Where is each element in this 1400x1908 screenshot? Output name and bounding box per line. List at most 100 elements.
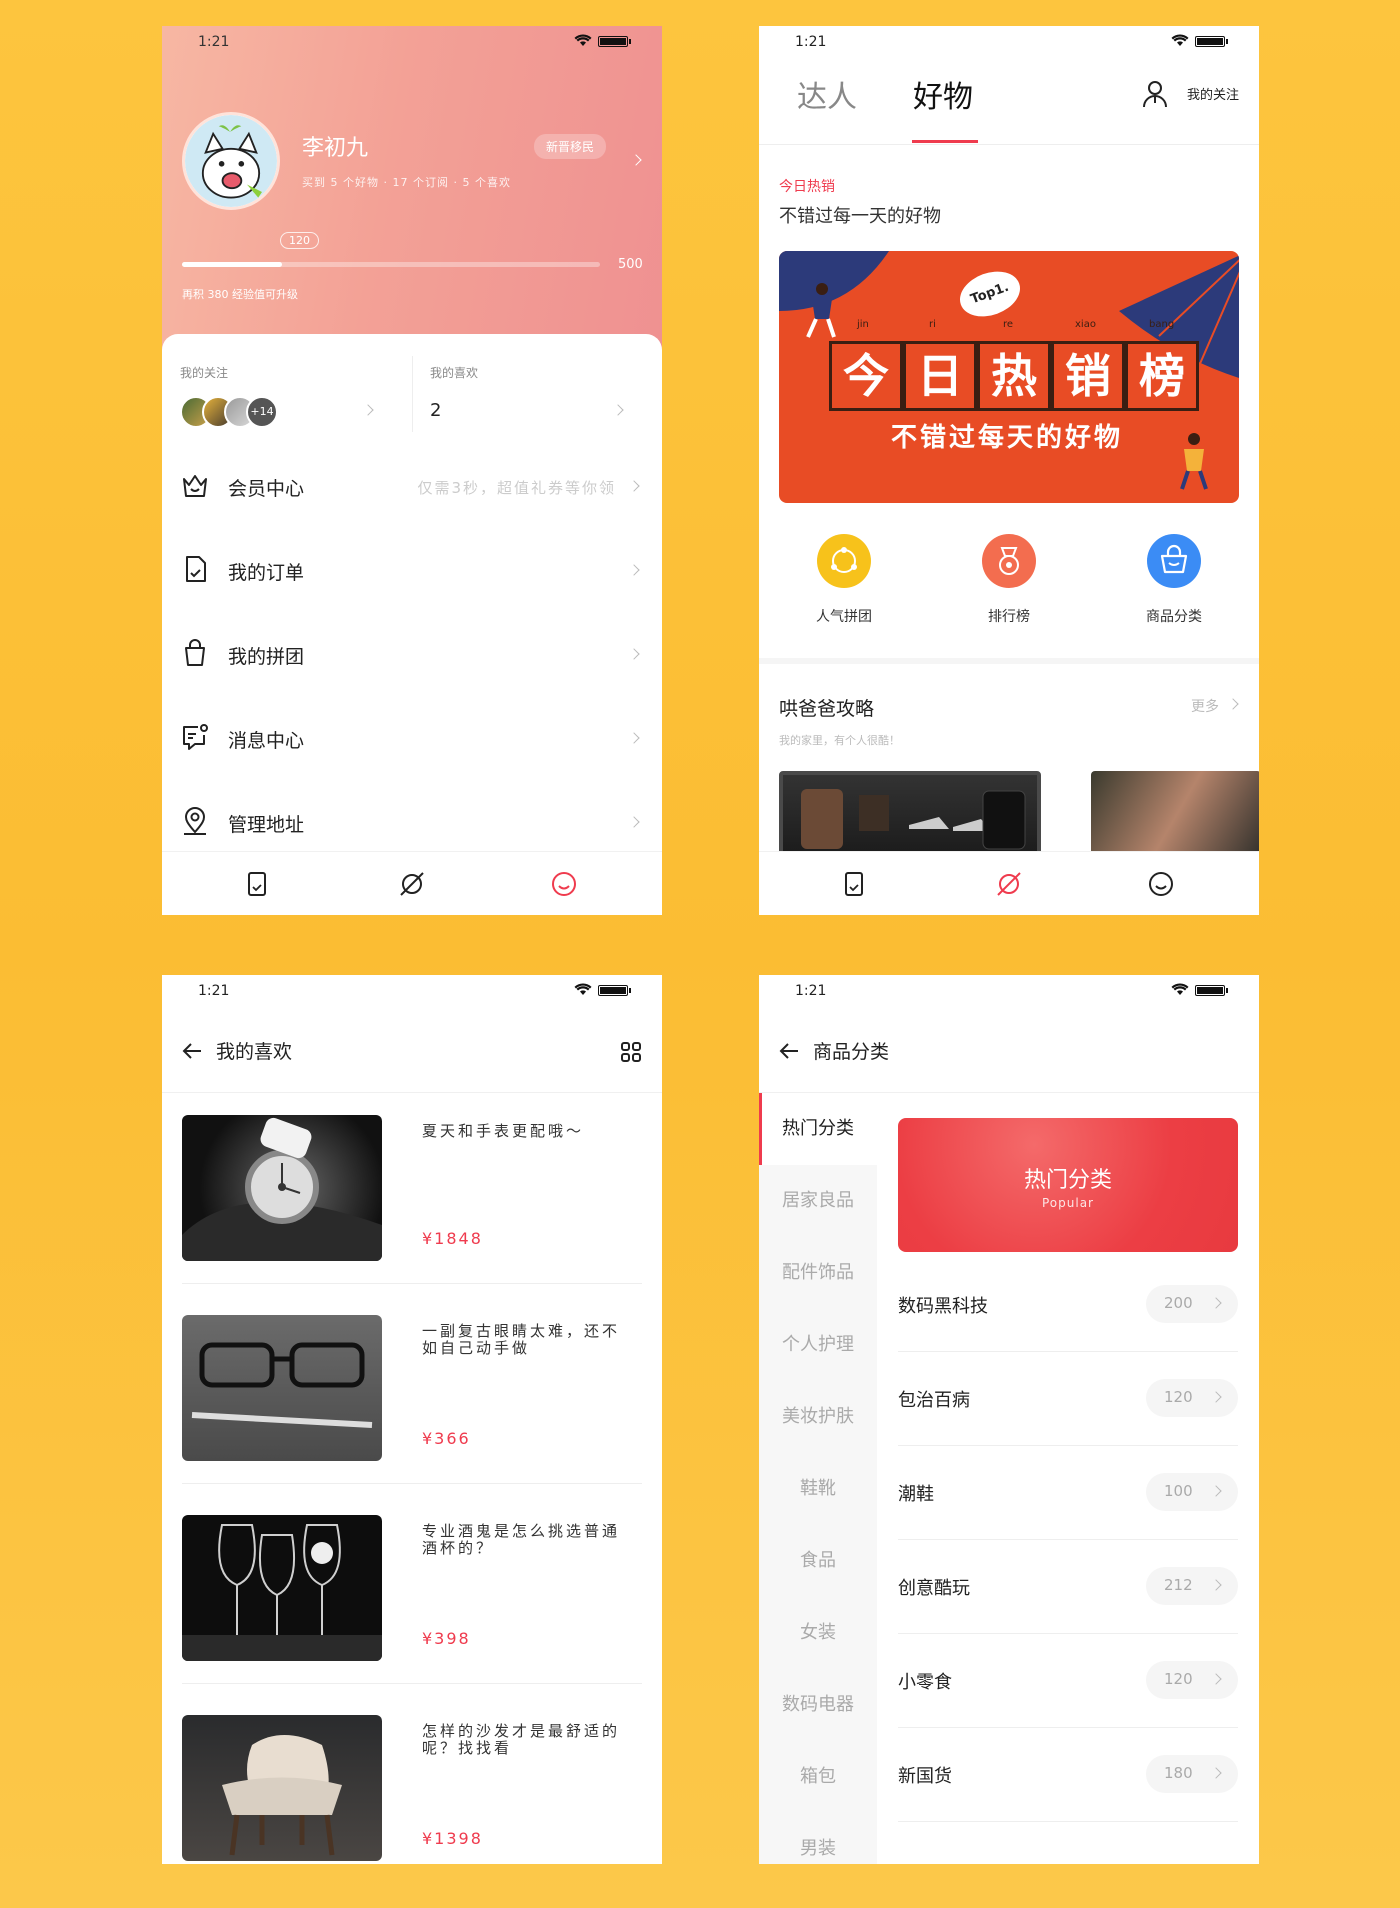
active-tab-indicator: [912, 140, 978, 143]
chevron-right-icon: [628, 564, 640, 576]
category-row[interactable]: 包治百病 120: [898, 1352, 1238, 1446]
sidebar-item-home[interactable]: 居家良品: [759, 1165, 877, 1237]
level-badge: 新晋移民: [534, 134, 607, 159]
tab-discover-icon[interactable]: [397, 869, 427, 899]
category-row[interactable]: 新国货 180: [898, 1728, 1238, 1822]
tab-subscribe-icon[interactable]: [242, 869, 272, 899]
profile-chevron-icon[interactable]: [630, 154, 642, 166]
nav-bar: 商品分类: [759, 1021, 1259, 1093]
product-price: ¥1848: [422, 1229, 483, 1248]
category-count: 180: [1164, 1764, 1193, 1782]
quick-category[interactable]: 商品分类: [1119, 534, 1229, 626]
chevron-right-icon: [1210, 1485, 1222, 1497]
page-title: 我的喜欢: [216, 1041, 293, 1063]
category-count: 120: [1164, 1670, 1193, 1688]
crown-icon: [183, 475, 207, 497]
back-arrow-icon[interactable]: [180, 1039, 204, 1063]
tab-bar: [162, 851, 662, 915]
wifi-icon: [1171, 983, 1189, 995]
article-thumbnail[interactable]: [779, 771, 1041, 861]
tab-subscribe-icon[interactable]: [839, 869, 869, 899]
category-row[interactable]: 数码黑科技 200: [898, 1258, 1238, 1352]
follow-more-count: +14: [246, 396, 278, 428]
product-item[interactable]: 一副复古眼睛太难，还不如自己动手做 ¥366: [182, 1293, 642, 1484]
chevron-right-icon: [628, 816, 640, 828]
product-title: 怎样的沙发才是最舒适的呢？找找看: [422, 1722, 621, 1757]
tab-experts[interactable]: 达人: [797, 72, 857, 116]
chevron-right-icon: [1227, 698, 1239, 710]
quick-label: 商品分类: [1146, 609, 1202, 625]
product-image: [182, 1715, 382, 1861]
status-time: 1:21: [795, 34, 827, 50]
product-item[interactable]: 怎样的沙发才是最舒适的呢？找找看 ¥1398: [182, 1693, 642, 1861]
category-name: 小零食: [898, 1672, 952, 1693]
category-row[interactable]: 小零食 120: [898, 1634, 1238, 1728]
grid-view-icon[interactable]: [620, 1041, 642, 1063]
product-price: ¥1398: [422, 1829, 483, 1848]
menu-label: 我的拼团: [228, 646, 305, 668]
banner-subtitle: 不错过每天的好物: [891, 423, 1124, 453]
quick-label: 排行榜: [988, 609, 1030, 625]
pinyin: jin: [857, 319, 869, 330]
product-item[interactable]: 专业酒鬼是怎么挑选普通酒杯的？ ¥398: [182, 1493, 642, 1684]
article-section-title: 哄爸爸攻略: [779, 698, 875, 720]
product-image: [182, 1515, 382, 1661]
pinyin: xiao: [1075, 319, 1096, 330]
group-icon: [817, 534, 871, 588]
category-count-pill: 180: [1146, 1755, 1238, 1793]
battery-icon: [1195, 36, 1228, 47]
sidebar-item-digital[interactable]: 数码电器: [759, 1669, 877, 1741]
follow-cell[interactable]: 我的关注 +14: [162, 354, 392, 446]
sidebar-item-accessories[interactable]: 配件饰品: [759, 1237, 877, 1309]
menu-item-messages[interactable]: 消息中心: [162, 698, 662, 782]
hot-category-card[interactable]: 热门分类 Popular: [898, 1118, 1238, 1252]
sidebar-item-women[interactable]: 女装: [759, 1597, 877, 1669]
sidebar-item-shoes[interactable]: 鞋靴: [759, 1453, 877, 1525]
tab-discover-icon[interactable]: [994, 869, 1024, 899]
favorites-screen: 1:21 我的喜欢 夏天和手表更配哦～ ¥1848 一副复古眼睛太难，还不如自己…: [162, 975, 662, 1864]
likes-cell[interactable]: 我的喜欢 2: [412, 354, 642, 446]
menu-item-orders[interactable]: 我的订单: [162, 530, 662, 614]
back-arrow-icon[interactable]: [777, 1039, 801, 1063]
category-row[interactable]: 创意酷玩 212: [898, 1540, 1238, 1634]
chevron-right-icon: [1210, 1767, 1222, 1779]
user-name: 李初九: [302, 136, 369, 161]
category-count: 200: [1164, 1294, 1193, 1312]
banner-word: 销: [1051, 341, 1125, 411]
tab-me-icon[interactable]: [1146, 869, 1176, 899]
menu-item-vip[interactable]: 会员中心 仅需3秒，超值礼券等你领: [162, 446, 662, 530]
quick-group-buy[interactable]: 人气拼团: [789, 534, 899, 626]
dog-avatar-icon: [185, 115, 277, 207]
quick-ranking[interactable]: 排行榜: [954, 534, 1064, 626]
sidebar-item-bags[interactable]: 箱包: [759, 1741, 877, 1813]
sidebar-item-hot[interactable]: 热门分类: [759, 1093, 877, 1165]
menu-label: 我的订单: [228, 562, 305, 584]
user-icon[interactable]: [1141, 79, 1169, 109]
category-sidebar: 热门分类 居家良品 配件饰品 个人护理 美妆护肤 鞋靴 食品 女装 数码电器 箱…: [759, 1093, 877, 1864]
category-count: 120: [1164, 1388, 1193, 1406]
sidebar-item-men[interactable]: 男装: [759, 1813, 877, 1864]
category-count: 212: [1164, 1576, 1193, 1594]
hot-banner[interactable]: Top1. jin ri re xiao bang 今 日 热 销 榜 不错过每…: [779, 251, 1239, 503]
avatar[interactable]: [182, 112, 280, 210]
my-follow-link[interactable]: 我的关注: [1187, 84, 1239, 103]
sidebar-item-food[interactable]: 食品: [759, 1525, 877, 1597]
sidebar-item-personal-care[interactable]: 个人护理: [759, 1309, 877, 1381]
menu-item-group[interactable]: 我的拼团: [162, 614, 662, 698]
category-count-pill: 212: [1146, 1567, 1238, 1605]
chevron-right-icon: [362, 404, 374, 416]
article-thumbnail[interactable]: [1091, 771, 1259, 861]
tab-me-icon[interactable]: [549, 869, 579, 899]
likes-count: 2: [430, 400, 442, 421]
product-price: ¥398: [422, 1629, 471, 1648]
category-row[interactable]: 潮鞋 100: [898, 1446, 1238, 1540]
location-icon: [184, 807, 206, 835]
wifi-icon: [574, 34, 592, 46]
tab-goods[interactable]: 好物: [913, 72, 973, 116]
profile-header: 1:21 李初九 买到 5 个好物 · 17 个订阅 · 5 个喜欢 新晋移民 …: [162, 26, 662, 356]
product-item[interactable]: 夏天和手表更配哦～ ¥1848: [182, 1093, 642, 1284]
more-link[interactable]: 更多: [1191, 696, 1219, 716]
divider: [182, 1283, 642, 1284]
menu-hint: 仅需3秒，超值礼券等你领: [417, 479, 616, 497]
sidebar-item-beauty[interactable]: 美妆护肤: [759, 1381, 877, 1453]
